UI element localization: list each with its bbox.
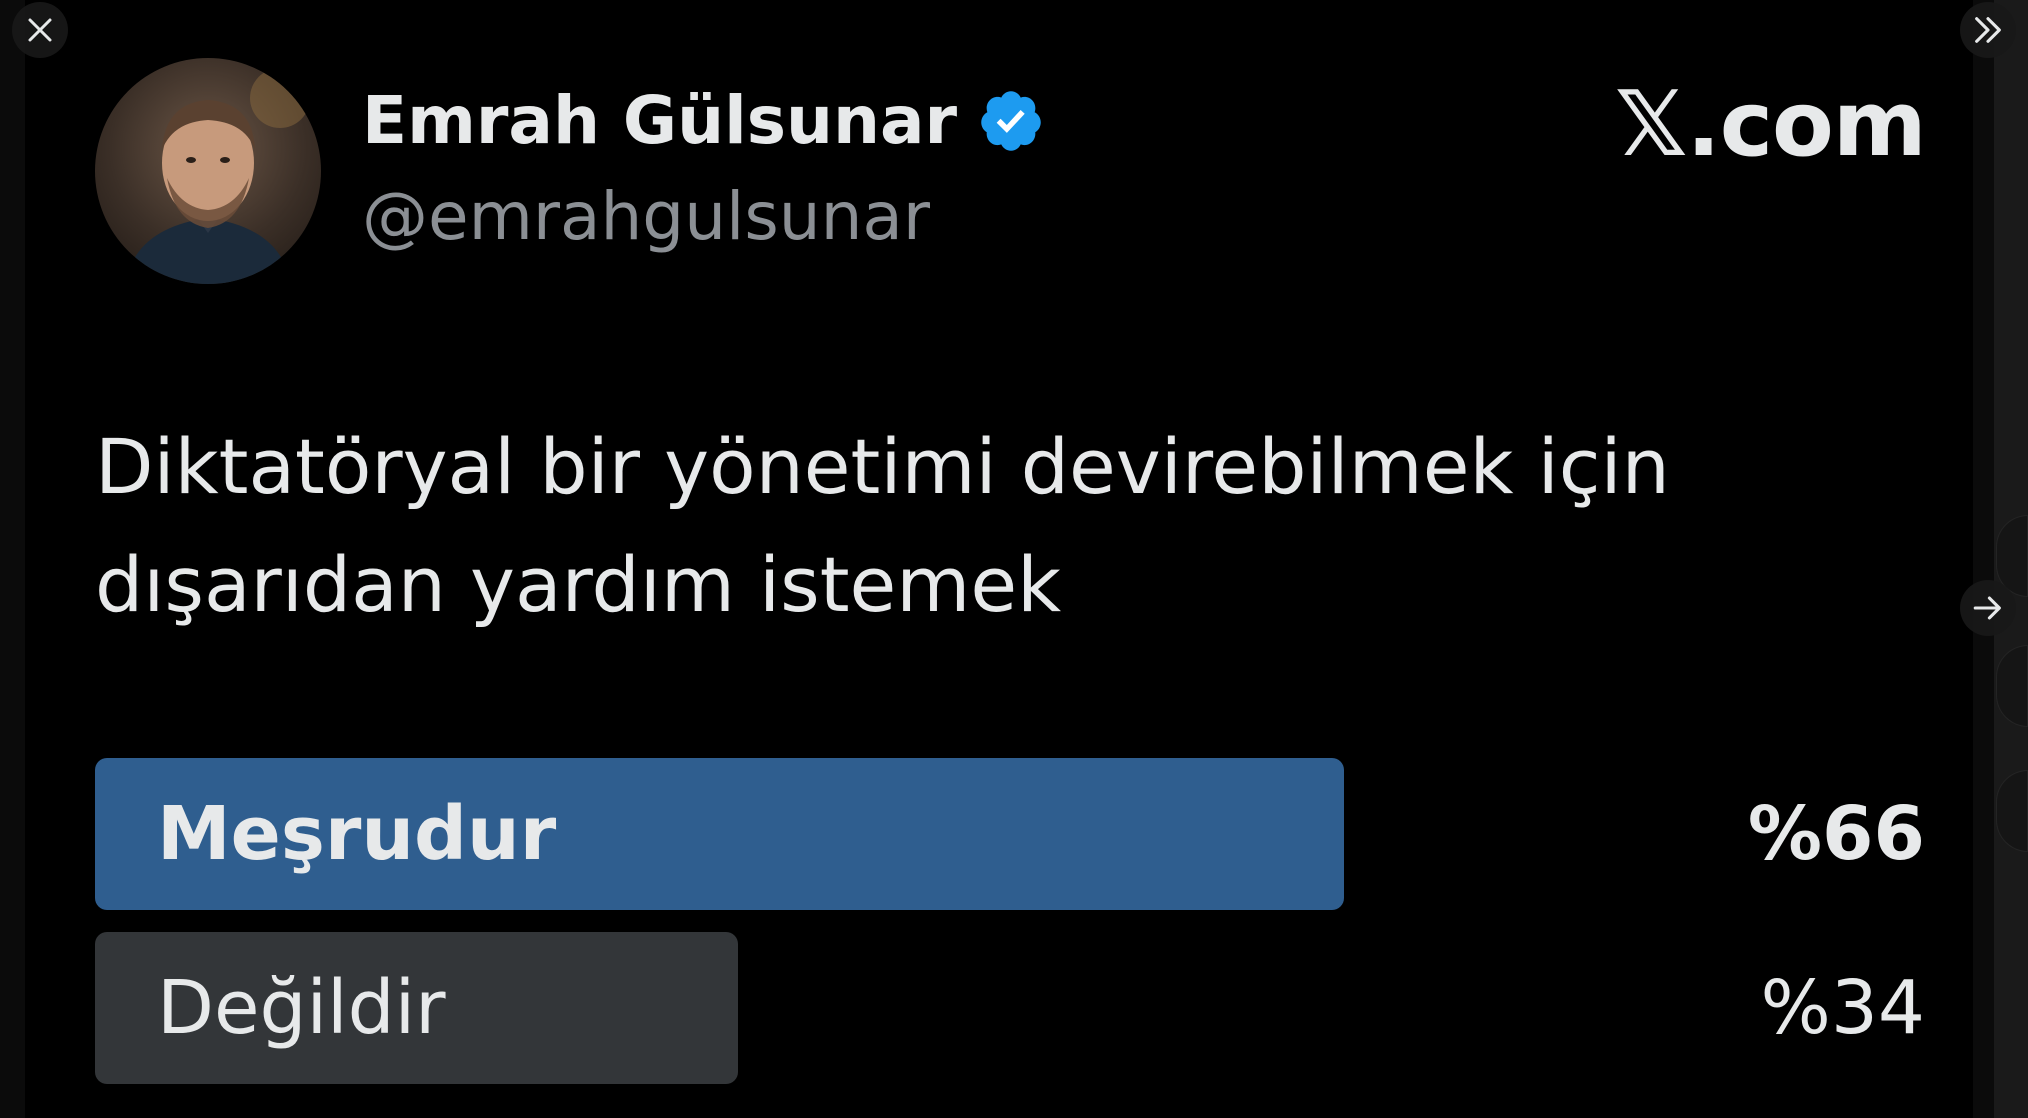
next-button[interactable] bbox=[1960, 580, 2016, 636]
author-name-row: Emrah Gülsunar bbox=[362, 82, 1045, 159]
background-button bbox=[1996, 770, 2028, 852]
avatar bbox=[95, 58, 321, 284]
poll-option-label: Meşrudur bbox=[157, 791, 557, 877]
close-icon bbox=[28, 18, 52, 42]
close-button[interactable] bbox=[12, 2, 68, 58]
author-name: Emrah Gülsunar bbox=[362, 82, 958, 159]
poll-question: Diktatöryal bir yönetimi devirebilmek iç… bbox=[95, 422, 1670, 629]
tweet-image: Emrah Gülsunar @emrahgulsunar 𝕏.com Dikt… bbox=[25, 0, 1973, 1118]
x-com-logo: 𝕏.com bbox=[1615, 72, 1927, 177]
background-page-edge bbox=[1994, 0, 2028, 1118]
arrow-right-icon bbox=[1973, 596, 2001, 620]
media-viewer: Emrah Gülsunar @emrahgulsunar 𝕏.com Dikt… bbox=[0, 0, 2028, 1118]
poll-option: Meşrudur %66 bbox=[95, 758, 1925, 910]
verified-badge-icon bbox=[977, 87, 1045, 155]
poll-option-label: Değildir bbox=[157, 965, 446, 1051]
poll-option-percent: %66 bbox=[1747, 791, 1925, 877]
author-handle: @emrahgulsunar bbox=[362, 178, 930, 255]
poll-option: Değildir %34 bbox=[95, 932, 1925, 1084]
chevron-double-right-icon bbox=[1975, 17, 2001, 43]
background-button bbox=[1996, 645, 2028, 727]
collapse-button[interactable] bbox=[1960, 2, 2016, 58]
poll-option-percent: %34 bbox=[1760, 965, 1925, 1051]
